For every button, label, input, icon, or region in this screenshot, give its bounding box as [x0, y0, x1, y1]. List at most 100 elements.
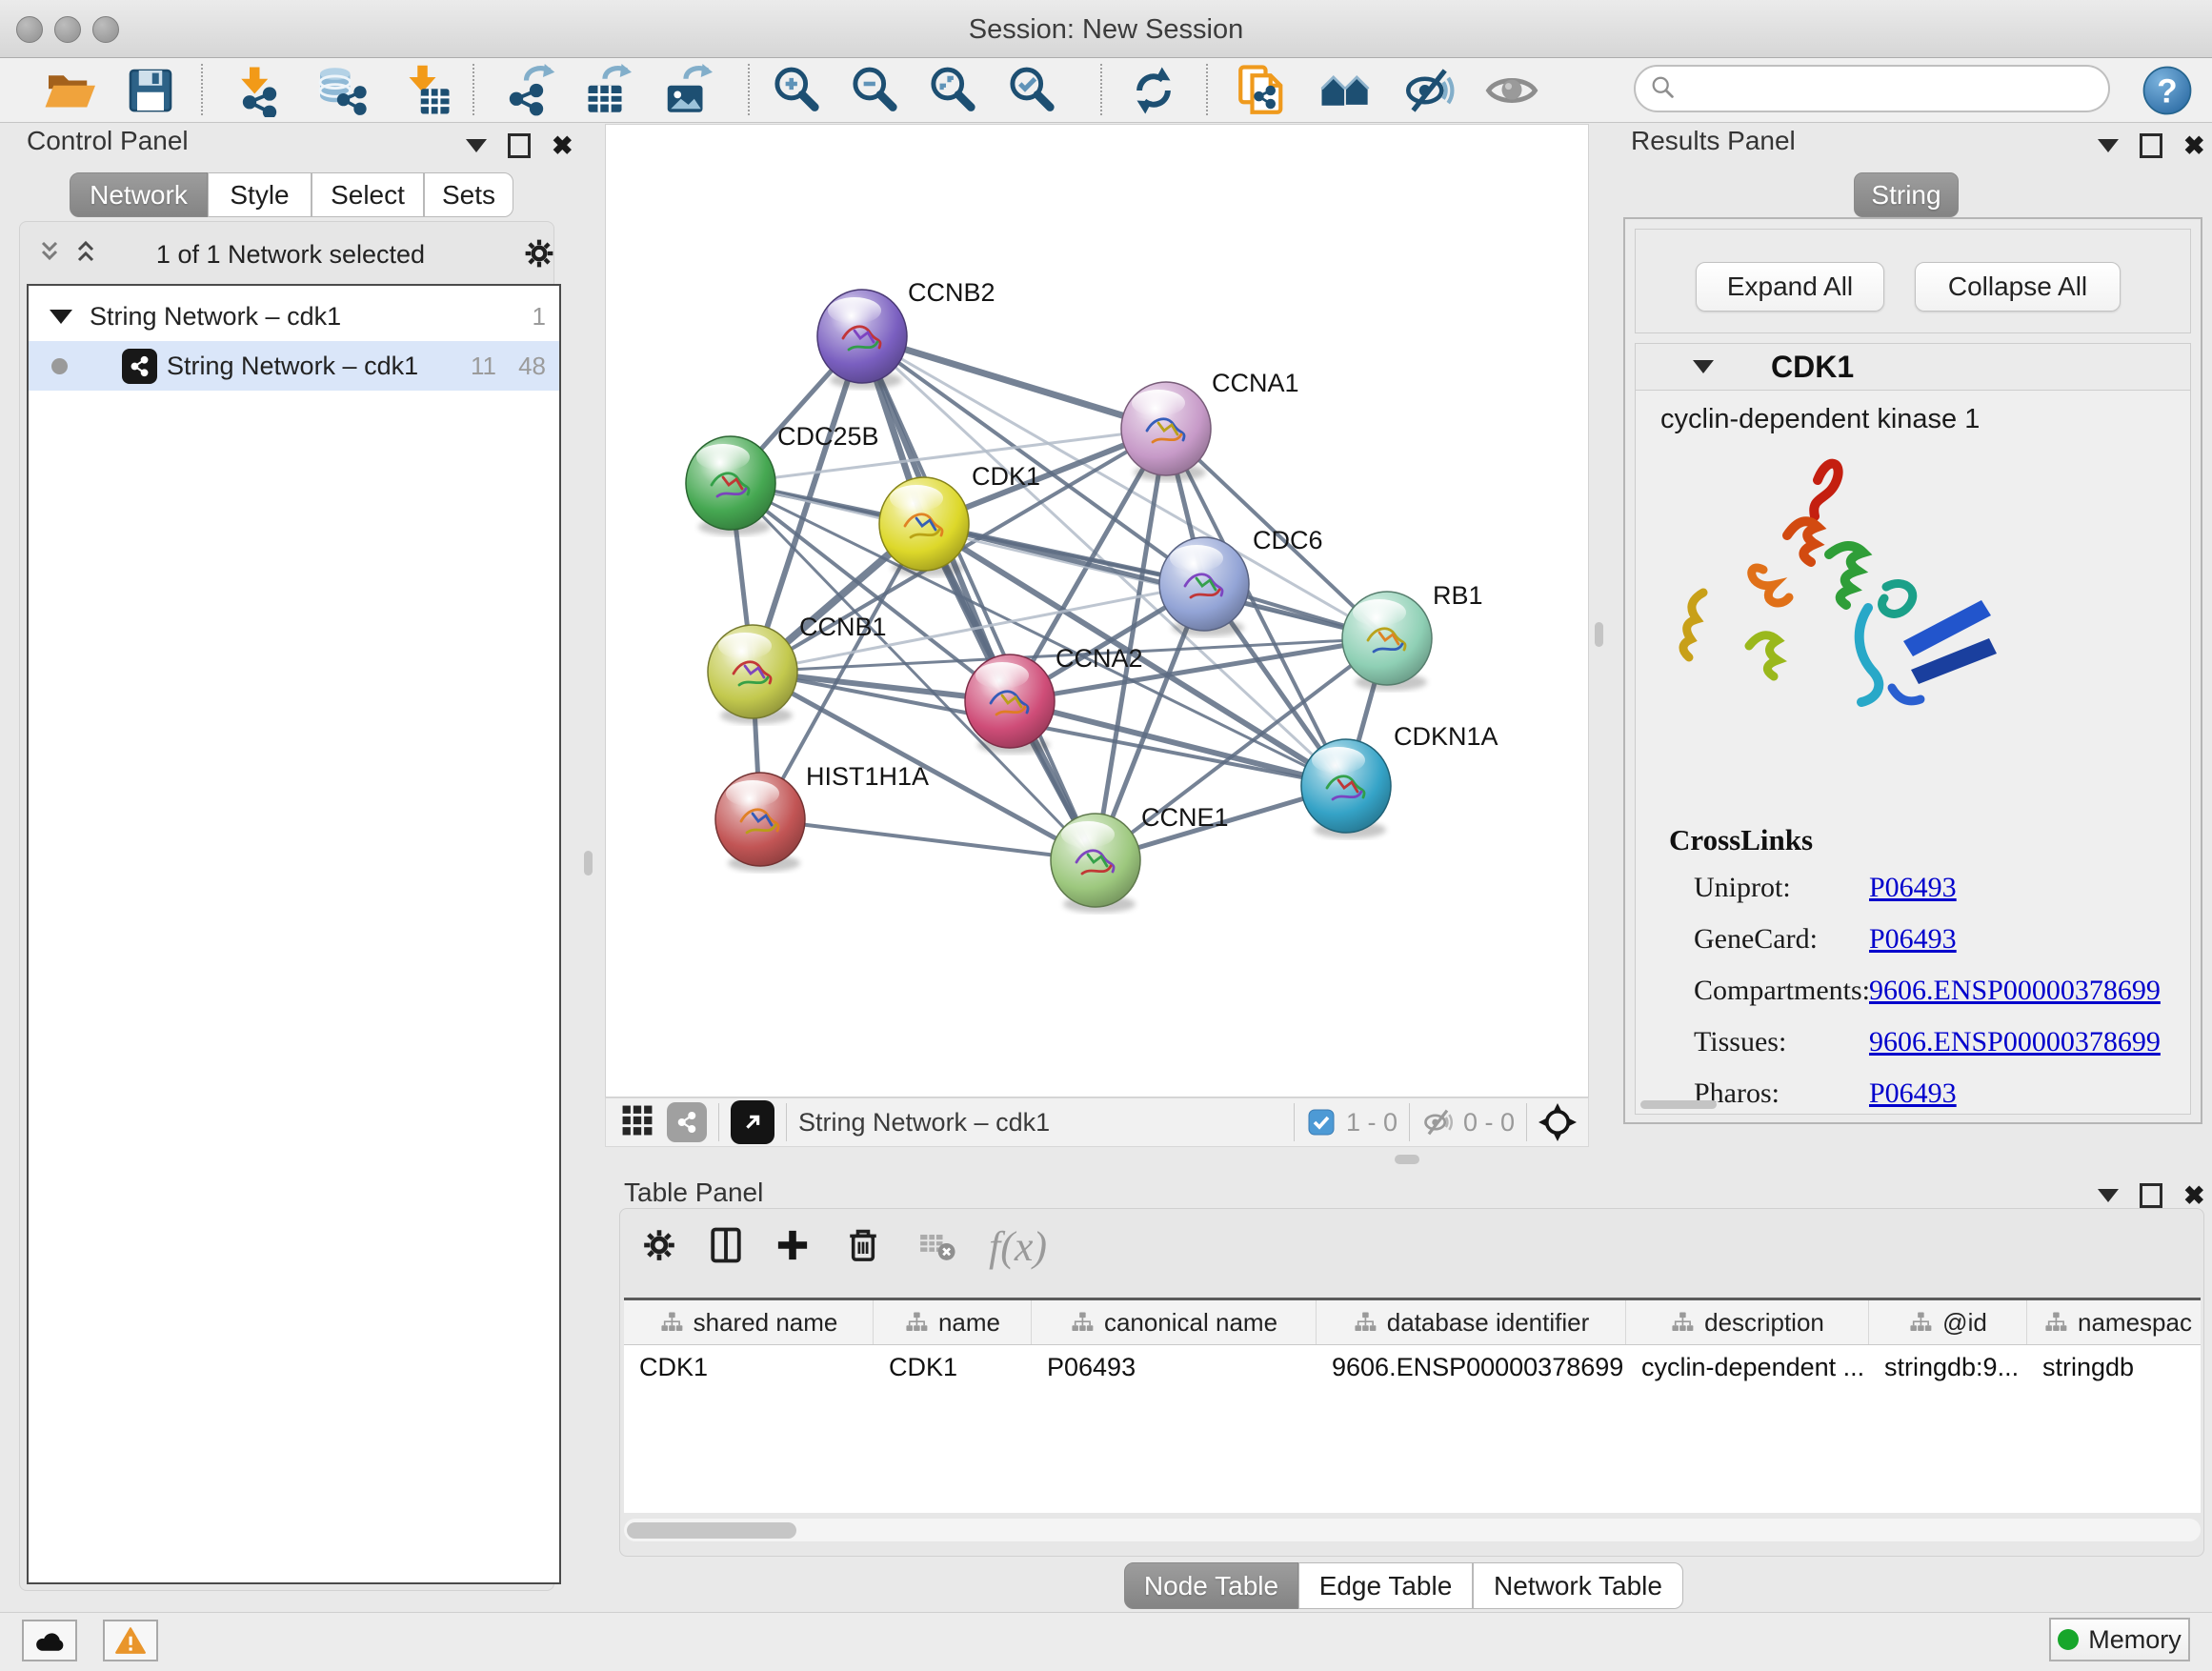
tab-sets[interactable]: Sets — [424, 172, 513, 217]
network-node[interactable]: CCNB2 — [817, 278, 995, 389]
import-network-file-icon[interactable] — [228, 62, 285, 119]
tab-style[interactable]: Style — [208, 172, 312, 217]
collapse-panel-icon[interactable] — [2098, 1189, 2119, 1202]
tab-network[interactable]: Network — [70, 172, 208, 217]
table-gear-icon[interactable] — [636, 1222, 682, 1268]
show-columns-icon[interactable] — [703, 1222, 749, 1268]
search-input[interactable] — [1678, 73, 2091, 105]
import-table-file-icon[interactable] — [397, 62, 454, 119]
network-edge[interactable] — [760, 819, 1096, 860]
expand-all-button[interactable]: Expand All — [1696, 262, 1884, 312]
results-scrollbar-thumb[interactable] — [1640, 1100, 1717, 1109]
cdk1-entry-header[interactable]: CDK1 — [1636, 344, 2190, 391]
crosslink-link[interactable]: P06493 — [1869, 1077, 1957, 1110]
zoom-out-icon[interactable] — [846, 62, 903, 119]
network-share-badge-icon[interactable] — [667, 1102, 707, 1142]
column-header[interactable]: shared name — [624, 1300, 874, 1344]
hidden-items-eye-icon[interactable] — [1421, 1105, 1456, 1139]
toggle-graphics-details-icon[interactable] — [1401, 62, 1458, 119]
add-column-icon[interactable] — [770, 1222, 815, 1268]
column-header-label: namespac — [2078, 1308, 2192, 1338]
open-session-icon[interactable] — [40, 62, 97, 119]
clone-network-icon[interactable] — [1234, 62, 1291, 119]
cloud-status-button[interactable] — [22, 1620, 77, 1661]
collapse-panel-icon[interactable] — [466, 139, 487, 152]
right-splitter-handle[interactable] — [1595, 622, 1603, 647]
network-row-selected[interactable]: String Network – cdk1 11 48 — [29, 341, 559, 391]
fit-selected-crosshair-icon[interactable] — [1538, 1103, 1577, 1141]
float-panel-icon[interactable] — [2140, 1183, 2162, 1208]
delete-table-icon[interactable] — [915, 1222, 960, 1268]
table-panel-title: Table Panel — [624, 1178, 763, 1208]
search-field[interactable] — [1634, 65, 2110, 112]
refresh-view-icon[interactable] — [1125, 62, 1182, 119]
expand-all-networks-icon[interactable] — [70, 236, 101, 272]
network-overview-icon[interactable] — [1317, 62, 1374, 119]
bottom-splitter-handle[interactable] — [1395, 1155, 1419, 1164]
zoom-selected-icon[interactable] — [1003, 62, 1060, 119]
export-network-icon[interactable] — [501, 62, 558, 119]
crosslink-label: Uniprot: — [1694, 872, 1791, 904]
table-row[interactable]: CDK1CDK1P064939606.ENSP00000378699cyclin… — [624, 1345, 2201, 1389]
close-panel-icon[interactable]: ✖ — [2183, 1186, 2205, 1205]
crosslink-link[interactable]: 9606.ENSP00000378699 — [1869, 1026, 2161, 1058]
close-panel-icon[interactable]: ✖ — [2183, 136, 2205, 155]
tab-select[interactable]: Select — [312, 172, 424, 217]
import-network-database-icon[interactable] — [312, 62, 369, 119]
collapse-panel-icon[interactable] — [2098, 139, 2119, 152]
selected-checkbox-icon[interactable] — [1306, 1107, 1337, 1137]
birds-eye-view-icon[interactable] — [731, 1100, 774, 1144]
network-node[interactable]: CCNE1 — [1051, 803, 1229, 913]
tab-edge-table[interactable]: Edge Table — [1298, 1562, 1473, 1609]
zoom-in-icon[interactable] — [768, 62, 825, 119]
network-node[interactable]: CDC6 — [1159, 526, 1323, 636]
show-hide-panel-icon[interactable] — [1483, 62, 1540, 119]
function-builder-icon[interactable]: f(x) — [989, 1222, 1047, 1271]
table-cell: CDK1 — [874, 1345, 1032, 1389]
collapse-all-networks-icon[interactable] — [34, 236, 65, 272]
delete-column-icon[interactable] — [840, 1222, 886, 1268]
table-hscrollbar-thumb[interactable] — [627, 1522, 796, 1539]
table-hscrollbar-track[interactable] — [624, 1519, 2201, 1541]
network-node[interactable]: RB1 — [1342, 581, 1483, 691]
collapse-all-button[interactable]: Collapse All — [1915, 262, 2121, 312]
network-edge[interactable] — [862, 336, 1166, 429]
export-image-icon[interactable] — [657, 62, 714, 119]
network-node[interactable]: HIST1H1A — [715, 762, 929, 872]
left-splitter-handle[interactable] — [584, 851, 593, 876]
tree-expand-icon[interactable] — [50, 310, 72, 324]
tab-network-table[interactable]: Network Table — [1473, 1562, 1683, 1609]
column-header[interactable]: database identifier — [1317, 1300, 1626, 1344]
results-panel-header-icons: ✖ — [2098, 133, 2205, 158]
network-collection-row[interactable]: String Network – cdk1 1 — [29, 292, 559, 341]
help-icon[interactable]: ? — [2139, 62, 2196, 119]
crosslink-link[interactable]: P06493 — [1869, 872, 1957, 904]
grid-view-icon[interactable] — [619, 1102, 655, 1143]
save-session-icon[interactable] — [122, 62, 179, 119]
tab-node-table[interactable]: Node Table — [1124, 1562, 1298, 1609]
network-canvas[interactable]: CCNB2 CCNA1 CDC25B CDK1 CDC6 RB1 — [605, 124, 1589, 1097]
column-header[interactable]: description — [1626, 1300, 1869, 1344]
column-header[interactable]: namespac — [2027, 1300, 2201, 1344]
network-node[interactable]: CDC25B — [686, 422, 879, 535]
float-panel-icon[interactable] — [2140, 133, 2162, 158]
node-label: CDC25B — [777, 422, 879, 451]
warning-status-button[interactable] — [103, 1620, 158, 1661]
crosslink-link[interactable]: 9606.ENSP00000378699 — [1869, 975, 2161, 1007]
crosslink-link[interactable]: P06493 — [1869, 923, 1957, 956]
close-panel-icon[interactable]: ✖ — [552, 136, 573, 155]
network-options-gear-icon[interactable] — [520, 234, 558, 277]
memory-button[interactable]: Memory — [2049, 1618, 2190, 1661]
entry-collapse-icon[interactable] — [1693, 360, 1714, 373]
zoom-fit-icon[interactable] — [924, 62, 981, 119]
node-label: CDK1 — [972, 462, 1040, 491]
export-table-icon[interactable] — [576, 62, 633, 119]
column-header[interactable]: name — [874, 1300, 1032, 1344]
column-header[interactable]: @id — [1869, 1300, 2027, 1344]
column-header[interactable]: canonical name — [1032, 1300, 1317, 1344]
node-label: CDKN1A — [1394, 722, 1498, 751]
float-panel-icon[interactable] — [508, 133, 531, 158]
tab-string[interactable]: String — [1854, 172, 1959, 217]
network-node[interactable]: CCNA1 — [1121, 369, 1299, 481]
network-node[interactable]: CDKN1A — [1301, 722, 1498, 838]
